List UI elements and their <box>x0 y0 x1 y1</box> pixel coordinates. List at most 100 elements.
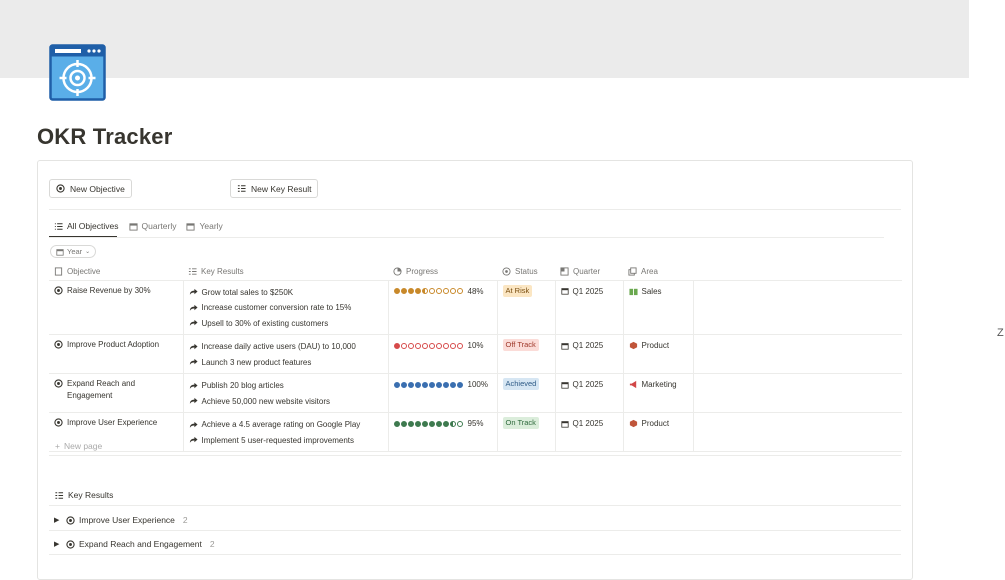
table-row[interactable]: Raise Revenue by 30% Grow total sales to… <box>49 280 902 335</box>
progress-dot <box>393 288 400 294</box>
calendar-icon <box>56 248 64 256</box>
table-row[interactable]: Improve User Experience Achieve a 4.5 av… <box>49 412 902 452</box>
group-divider <box>49 554 901 555</box>
area-label: Marketing <box>641 380 677 389</box>
progress-dot <box>456 288 463 294</box>
objective-label: Expand Reach and Engagement <box>67 379 136 400</box>
cell-progress: 10% <box>388 334 498 374</box>
table-row[interactable]: Improve Product Adoption Increase daily … <box>49 334 902 374</box>
cell-objective[interactable]: Raise Revenue by 30% <box>49 280 184 335</box>
cell-empty <box>693 373 902 413</box>
target-icon <box>66 539 75 549</box>
column-header-area[interactable]: Area <box>623 264 693 281</box>
key-result-label: Increase customer conversion rate to 15% <box>201 303 352 313</box>
cell-objective[interactable]: Improve Product Adoption <box>49 334 184 374</box>
group-toggle-improve-user-experience[interactable]: ▶ Improve User Experience 2 <box>54 515 188 525</box>
page-title[interactable]: OKR Tracker <box>37 124 173 150</box>
key-result-item[interactable]: Achieve a 4.5 average rating on Google P… <box>189 417 383 433</box>
key-result-label: Launch 3 new product features <box>201 357 312 367</box>
cell-status[interactable]: At Risk <box>497 280 556 335</box>
triangle-right-icon: ▶ <box>54 517 60 524</box>
cell-progress: 100% <box>388 373 498 413</box>
cell-area[interactable]: Marketing <box>623 373 694 413</box>
column-label: Quarter <box>573 267 601 277</box>
column-header-progress[interactable]: Progress <box>388 264 497 281</box>
key-result-item[interactable]: Launch 3 new product features <box>189 355 383 371</box>
forward-arrow-icon <box>189 398 198 404</box>
progress-dot <box>442 381 449 388</box>
progress-dot <box>400 342 407 349</box>
progress-dot <box>414 342 421 349</box>
column-header-key-results[interactable]: Key Results <box>183 264 388 281</box>
key-result-label: Increase daily active users (DAU) to 10,… <box>201 342 356 352</box>
key-result-label: Grow total sales to $250K <box>201 287 294 297</box>
database-panel: New Objective New Key Result All Objecti… <box>37 160 913 580</box>
quarter-label: Q1 2025 <box>572 419 604 428</box>
key-result-item[interactable]: Grow total sales to $250K <box>189 285 383 301</box>
forward-arrow-icon <box>189 359 198 365</box>
cell-key-results[interactable]: Increase daily active users (DAU) to 10,… <box>183 334 389 374</box>
group-toggle-expand-reach[interactable]: ▶ Expand Reach and Engagement 2 <box>54 539 215 549</box>
new-page-label: New page <box>63 441 103 451</box>
cell-quarter[interactable]: Q1 2025 <box>555 280 624 335</box>
column-header-empty <box>693 264 902 281</box>
checklist-icon <box>55 491 64 499</box>
toolbar-divider <box>49 209 901 210</box>
key-result-item[interactable]: Implement 5 user-requested improvements <box>189 433 383 449</box>
table-header-row: Objective Key Results Progress Status Qu… <box>49 264 902 281</box>
forward-arrow-icon <box>189 343 198 350</box>
forward-arrow-icon <box>189 437 198 443</box>
forward-arrow-icon <box>189 320 198 326</box>
key-results-section-title[interactable]: Key Results <box>54 490 113 500</box>
cell-area[interactable]: Sales <box>623 280 694 335</box>
target-icon <box>54 340 63 349</box>
target-icon <box>56 184 65 193</box>
cell-objective[interactable]: Expand Reach and Engagement <box>49 373 184 413</box>
cell-quarter[interactable]: Q1 2025 <box>555 412 624 452</box>
column-label: Objective <box>67 267 101 277</box>
progress-dot <box>393 342 400 349</box>
key-result-item[interactable]: Increase customer conversion rate to 15% <box>189 300 383 316</box>
cell-quarter[interactable]: Q1 2025 <box>555 373 624 413</box>
table-row[interactable]: Expand Reach and Engagement Publish 20 b… <box>49 373 902 413</box>
cell-key-results[interactable]: Grow total sales to $250K Increase custom… <box>183 280 389 335</box>
new-page-button[interactable]: + New page <box>55 441 102 451</box>
column-header-quarter[interactable]: Quarter <box>555 264 623 281</box>
cell-status[interactable]: On Track <box>497 412 556 452</box>
progress-dot <box>442 288 449 294</box>
cell-quarter[interactable]: Q1 2025 <box>555 334 624 374</box>
quarter-label: Q1 2025 <box>572 341 604 350</box>
objective-label: Improve User Experience <box>67 418 158 427</box>
tab-quarterly[interactable]: Quarterly <box>128 219 176 233</box>
tab-all-objectives[interactable]: All Objectives <box>54 219 119 233</box>
page-cover <box>0 0 969 78</box>
box-icon <box>629 341 637 350</box>
cell-area[interactable]: Product <box>623 334 694 374</box>
progress-dot <box>428 381 435 388</box>
cell-key-results[interactable]: Publish 20 blog articles Achieve 50,000 n… <box>183 373 389 413</box>
cell-status[interactable]: Off Track <box>497 334 556 374</box>
key-result-item[interactable]: Achieve 50,000 new website visitors <box>189 394 383 410</box>
target-browser-icon[interactable] <box>49 44 106 101</box>
progress-dots <box>393 381 463 388</box>
year-filter[interactable]: Year ⌄ <box>50 245 97 258</box>
status-badge: On Track <box>502 417 539 429</box>
progress-percent: 10% <box>467 341 484 350</box>
column-header-objective[interactable]: Objective <box>49 264 183 281</box>
key-result-item[interactable]: Publish 20 blog articles <box>189 378 383 394</box>
progress-dot <box>421 381 428 388</box>
progress-dot <box>400 420 407 427</box>
tab-yearly[interactable]: Yearly <box>186 219 223 233</box>
progress-dot <box>421 288 428 294</box>
cell-empty <box>693 280 902 335</box>
new-key-result-button[interactable]: New Key Result <box>230 179 319 198</box>
column-header-status[interactable]: Status <box>497 264 555 281</box>
cell-status[interactable]: Achieved <box>497 373 556 413</box>
cell-area[interactable]: Product <box>623 412 694 452</box>
forward-arrow-icon <box>189 289 198 295</box>
progress-percent: 100% <box>467 380 488 389</box>
key-result-item[interactable]: Increase daily active users (DAU) to 10,… <box>189 339 383 355</box>
key-result-item[interactable]: Upsell to 30% of existing customers <box>189 316 383 332</box>
new-objective-button[interactable]: New Objective <box>49 179 132 198</box>
cell-key-results[interactable]: Achieve a 4.5 average rating on Google P… <box>183 412 389 452</box>
